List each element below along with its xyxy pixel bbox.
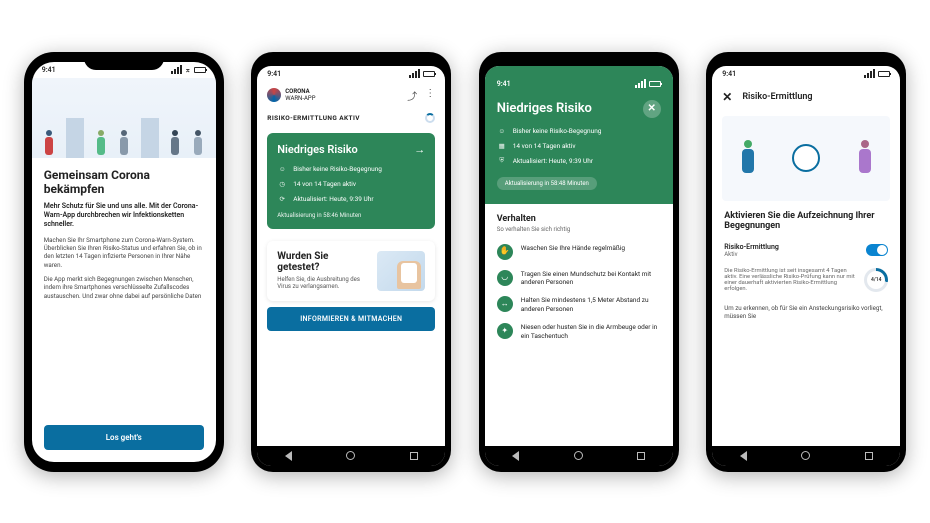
- logo-mark-icon: [267, 88, 281, 102]
- nav-home-icon[interactable]: [346, 451, 355, 460]
- battery-icon: [878, 71, 890, 77]
- nav-back-icon[interactable]: [285, 451, 292, 461]
- phone-android-home: 9:41 CORONA WARN-APP ⤴ ⋮: [251, 52, 451, 472]
- risk-item: Aktualisiert: Heute, 9:39 Uhr: [513, 157, 593, 165]
- toggle-label: Risiko-Ermittlung: [724, 243, 779, 251]
- android-navbar: [712, 446, 900, 466]
- close-icon[interactable]: ✕: [722, 90, 732, 104]
- phone-android-risk-detail: 9:41 Niedriges Risiko ✕ ☺ Bisher keine Ri…: [479, 52, 679, 472]
- clock: 9:41: [42, 66, 56, 74]
- behave-item: Niesen oder husten Sie in die Armbeuge o…: [521, 323, 661, 340]
- contact-icon: ☺: [277, 164, 287, 174]
- app-logo: CORONA WARN-APP: [267, 88, 315, 102]
- bluetooth-ring-icon: [792, 144, 820, 172]
- clock: 9:41: [497, 80, 511, 88]
- clock: 9:41: [267, 70, 281, 78]
- loading-spinner-icon: [425, 113, 435, 123]
- status-bar: 9:41: [712, 66, 900, 82]
- behave-item: Tragen Sie einen Mundschutz bei Kontakt …: [521, 270, 661, 287]
- tested-body: Helfen Sie, die Ausbreitung des Virus zu…: [277, 276, 369, 292]
- shield-icon: ⛨: [497, 156, 507, 166]
- wifi-icon: ⌅: [185, 66, 191, 74]
- onboarding-para-1: Machen Sie Ihr Smartphone zum Corona-War…: [44, 236, 204, 269]
- behave-title: Verhalten: [497, 214, 661, 224]
- android-navbar: [257, 446, 445, 466]
- risk-detail-title: Niedriges Risiko: [497, 101, 592, 116]
- phone-iphone-onboarding: 9:41 ⌅ Gemeinsam Corona bekämpfen Mehr S…: [24, 52, 224, 472]
- status-bar: 9:41: [257, 66, 445, 82]
- onboarding-title: Gemeinsam Corona bekämpfen: [44, 168, 204, 197]
- tested-title: Wurden Sie getestet?: [277, 251, 369, 273]
- mask-icon: ◡: [497, 270, 513, 286]
- distance-icon: ↔: [497, 296, 513, 312]
- hand-phone-illustration: [377, 251, 425, 291]
- start-button[interactable]: Los geht's: [44, 425, 204, 450]
- nav-back-icon[interactable]: [740, 451, 747, 461]
- phone-android-settings: 9:41 ✕ Risiko-Ermittlung Aktivieren Sie …: [706, 52, 906, 472]
- toggle-sublabel: Aktiv: [724, 251, 779, 258]
- risk-item: Bisher keine Risiko-Begegnung: [293, 165, 382, 173]
- calendar-icon: ▦: [497, 141, 507, 151]
- brand-line-2: WARN-APP: [285, 95, 315, 102]
- settings-more-text: Um zu erkennen, ob für Sie ein Ansteckun…: [724, 304, 888, 321]
- arrow-right-icon: →: [414, 143, 425, 156]
- inform-button[interactable]: INFORMIEREN & MITMACHEN: [267, 307, 435, 331]
- risk-card-low[interactable]: Niedriges Risiko → ☺ Bisher keine Risiko-…: [267, 133, 435, 229]
- days-gauge: [864, 268, 888, 292]
- behave-item: Waschen Sie Ihre Hände regelmäßig: [521, 244, 625, 252]
- behave-subtitle: So verhalten Sie sich richtig: [497, 226, 661, 233]
- brand-line-1: CORONA: [285, 88, 315, 95]
- share-icon[interactable]: ⤴: [407, 88, 417, 103]
- status-bar: 9:41: [497, 76, 661, 92]
- risk-item: Bisher keine Risiko-Begegnung: [513, 127, 602, 135]
- nav-recent-icon[interactable]: [865, 452, 873, 460]
- signal-icon: [635, 79, 646, 88]
- signal-icon: [864, 69, 875, 78]
- more-icon[interactable]: ⋮: [425, 88, 435, 103]
- risk-item: Aktualisiert: Heute, 9:39 Uhr: [293, 195, 373, 203]
- settings-info-text: Die Risiko-Ermittlung ist seit insgesamt…: [724, 268, 856, 292]
- clock: 9:41: [722, 70, 736, 78]
- close-icon[interactable]: ✕: [643, 100, 661, 118]
- risk-status-label: RISIKO-ERMITTLUNG AKTIV: [267, 114, 360, 122]
- nav-home-icon[interactable]: [574, 451, 583, 460]
- battery-icon: [649, 81, 661, 87]
- sneeze-icon: ✦: [497, 323, 513, 339]
- nav-recent-icon[interactable]: [410, 452, 418, 460]
- tested-card: Wurden Sie getestet? Helfen Sie, die Aus…: [267, 241, 435, 302]
- tracking-toggle[interactable]: [866, 244, 888, 256]
- settings-headline: Aktivieren Sie die Aufzeichnung Ihrer Be…: [724, 211, 888, 231]
- android-navbar: [485, 446, 673, 466]
- risk-card-title: Niedriges Risiko: [277, 143, 358, 156]
- behave-item: Halten Sie mindestens 1,5 Meter Abstand …: [521, 296, 661, 313]
- signal-icon: [171, 65, 182, 74]
- settings-header: Risiko-Ermittlung: [742, 92, 812, 102]
- signal-icon: [409, 69, 420, 78]
- tracking-illustration: [722, 116, 890, 201]
- risk-item: 14 von 14 Tagen aktiv: [513, 142, 576, 150]
- onboarding-illustration: [32, 78, 216, 158]
- refresh-icon: ⟳: [277, 194, 287, 204]
- clock-icon: ◷: [277, 179, 287, 189]
- nav-recent-icon[interactable]: [637, 452, 645, 460]
- nav-back-icon[interactable]: [512, 451, 519, 461]
- wash-hands-icon: ✋: [497, 244, 513, 260]
- risk-card-footer: Aktualisierung in 58:46 Minuten: [277, 212, 425, 219]
- onboarding-para-2: Die App merkt sich Begegnungen zwischen …: [44, 275, 204, 300]
- risk-item: 14 von 14 Tagen aktiv: [293, 180, 356, 188]
- onboarding-lead: Mehr Schutz für Sie und uns alle. Mit de…: [44, 202, 204, 229]
- battery-icon: [423, 71, 435, 77]
- nav-home-icon[interactable]: [801, 451, 810, 460]
- battery-icon: [194, 67, 206, 73]
- app-header: CORONA WARN-APP ⤴ ⋮: [257, 82, 445, 109]
- update-pill: Aktualisierung in 58:48 Minuten: [497, 177, 597, 190]
- iphone-notch: [84, 52, 164, 70]
- contact-icon: ☺: [497, 126, 507, 136]
